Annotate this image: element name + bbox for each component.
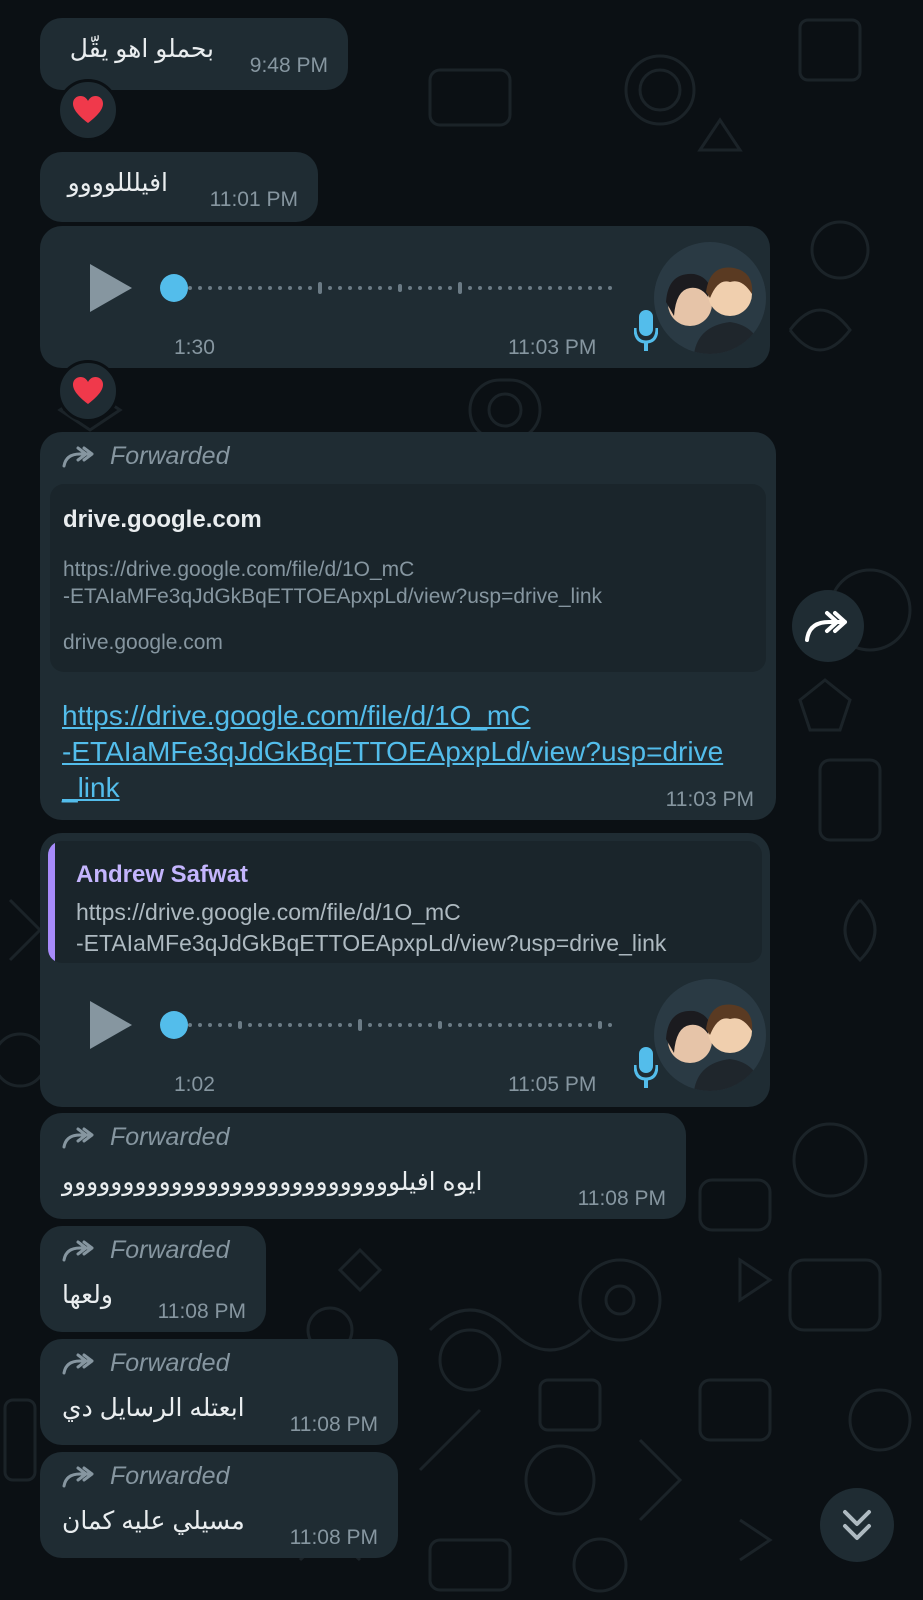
forwarded-label: Forwarded [110,1123,230,1151]
message-link-line-1[interactable]: https://drive.google.com/file/d/1O_mC [62,698,723,734]
forward-arrow-icon [62,446,94,467]
quote-text-line-1: https://drive.google.com/file/d/1O_mC [76,899,461,925]
message-time: 11:08 PM [577,1187,666,1210]
message-time: 11:08 PM [289,1413,378,1436]
link-preview-url-line-2: -ETAIaMFe3qJdGkBqETTOEApxpLd/view?usp=dr… [63,585,603,608]
forwarded-link-message-bubble[interactable]: Forwarded drive.google.com https://drive… [40,432,776,820]
scroll-to-bottom-button[interactable] [820,1488,894,1562]
link-preview-card[interactable]: drive.google.com https://drive.google.co… [50,484,766,672]
quoted-message[interactable]: Andrew Safwat https://drive.google.com/f… [48,841,762,963]
message-text: افيلللوووو [67,169,168,197]
message-time: 11:03 PM [508,336,597,359]
message-text: ابعتله الرسايل دي [62,1394,245,1422]
sender-avatar[interactable] [654,242,766,354]
forwarded-label: Forwarded [110,1349,230,1377]
forwarded-indicator: Forwarded [62,1123,230,1152]
microphone-indicator [633,308,659,357]
waveform [188,282,612,294]
forwarded-indicator: Forwarded [62,1236,230,1265]
share-forward-icon [805,611,847,642]
forwarded-indicator: Forwarded [62,442,230,471]
forward-arrow-icon [62,1353,94,1374]
quote-accent-bar [48,841,55,963]
quote-text-line-2: -ETAIaMFe3qJdGkBqETTOEApxpLd/view?usp=dr… [76,930,667,956]
forwarded-message-bubble[interactable]: Forwarded ولعها 11:08 PM [40,1226,266,1332]
message-link[interactable]: https://drive.google.com/file/d/1O_mC -E… [62,698,723,806]
voice-duration: 1:02 [174,1073,215,1096]
forwarded-indicator: Forwarded [62,1462,230,1491]
playback-position-dot[interactable] [160,1011,188,1039]
message-link-line-2[interactable]: -ETAIaMFe3qJdGkBqETTOEApxpLd/view?usp=dr… [62,734,723,770]
forwarded-message-bubble[interactable]: Forwarded ايوه افيلووووووووووووووووووووو… [40,1113,686,1219]
reply-voice-message-bubble[interactable]: Andrew Safwat https://drive.google.com/f… [40,833,770,1107]
message-text: مسيلي عليه كمان [62,1507,245,1535]
play-button[interactable] [88,262,134,319]
message-time: 11:08 PM [157,1300,246,1323]
message-time: 11:08 PM [289,1526,378,1549]
microphone-icon [633,1047,659,1088]
play-button[interactable] [88,999,134,1056]
forwarded-label: Forwarded [110,1236,230,1264]
forwarded-message-bubble[interactable]: Forwarded ابعتله الرسايل دي 11:08 PM [40,1339,398,1445]
forwarded-message-bubble[interactable]: Forwarded مسيلي عليه كمان 11:08 PM [40,1452,398,1558]
message-text: بحملو اهو يقّل [69,35,214,63]
avatar-couple-illustration [654,979,766,1091]
forward-arrow-icon [62,1466,94,1487]
message-bubble-text[interactable]: افيلللوووو 11:01 PM [40,152,318,222]
reaction-badge[interactable] [57,79,119,141]
message-time: 11:03 PM [665,788,754,811]
avatar-couple-illustration [654,242,766,354]
forward-arrow-icon [62,1240,94,1261]
share-forward-button[interactable] [792,590,864,662]
quote-author: Andrew Safwat [76,861,249,888]
forward-arrow-icon [62,1127,94,1148]
forwarded-indicator: Forwarded [62,1349,230,1378]
reaction-badge[interactable] [57,360,119,422]
link-preview-title: drive.google.com [63,506,262,533]
red-heart-icon [73,377,103,404]
waveform [188,1019,612,1031]
voice-message-bubble[interactable]: 1:30 11:03 PM [40,226,770,368]
voice-duration: 1:30 [174,336,215,359]
message-text: ايوه افيلوووووووووووووووووووووووووووو [62,1168,483,1196]
link-preview-domain: drive.google.com [63,631,223,654]
forwarded-label: Forwarded [110,442,230,470]
playback-position-dot[interactable] [160,274,188,302]
microphone-icon [633,310,659,351]
message-time: 9:48 PM [249,54,328,77]
play-icon [90,264,132,312]
link-preview-url-line-1: https://drive.google.com/file/d/1O_mC [63,558,415,581]
microphone-indicator [633,1045,659,1094]
red-heart-icon [73,96,103,123]
double-chevron-down-icon [843,1510,871,1540]
forwarded-label: Forwarded [110,1462,230,1490]
message-link-line-3[interactable]: _link [62,770,723,806]
sender-avatar[interactable] [654,979,766,1091]
message-time: 11:01 PM [209,188,298,211]
play-icon [90,1001,132,1049]
message-time: 11:05 PM [508,1073,597,1096]
message-text: ولعها [62,1281,113,1309]
